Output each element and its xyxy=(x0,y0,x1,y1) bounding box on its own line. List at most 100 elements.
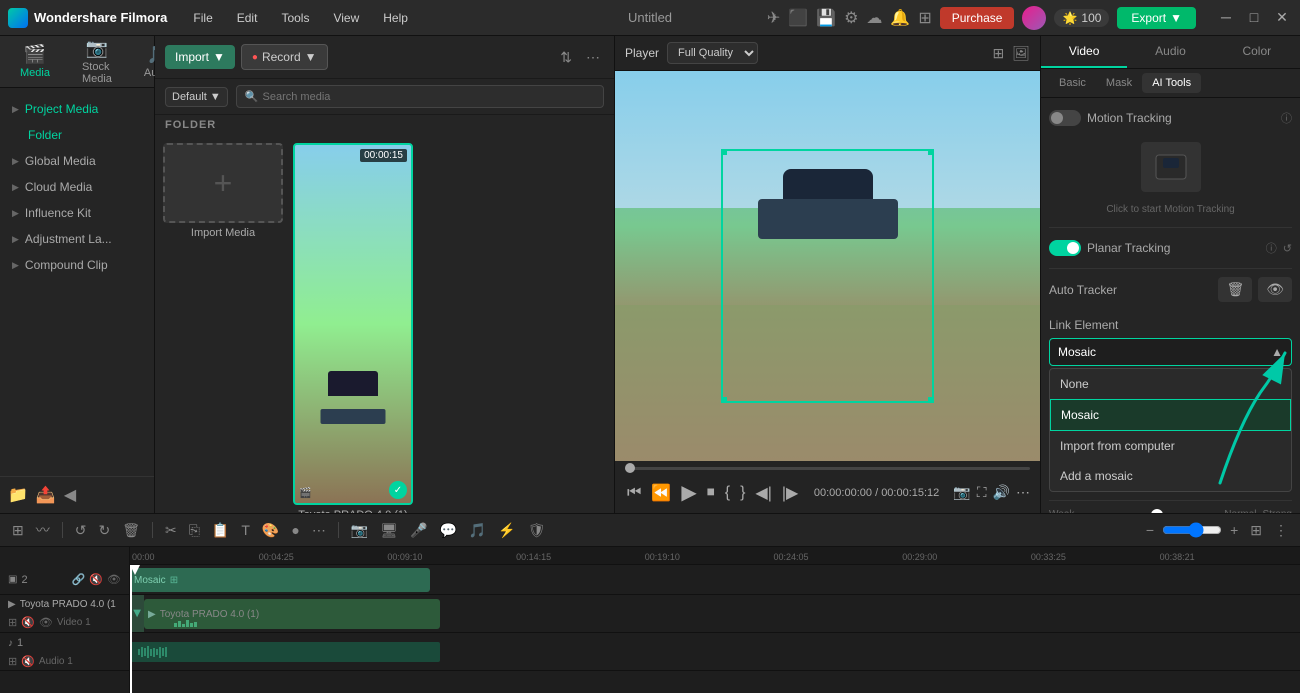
maximize-button[interactable]: □ xyxy=(1244,9,1264,26)
toolbar-media[interactable]: 🎬 Media xyxy=(12,40,58,83)
menu-help[interactable]: Help xyxy=(373,7,418,29)
subtitle-icon[interactable]: 💬 xyxy=(435,520,460,541)
progress-handle[interactable] xyxy=(625,463,635,473)
track-v2-link-icon[interactable]: 🔗 xyxy=(72,573,86,586)
track-v1-expand-icon[interactable]: ⊞ xyxy=(8,616,17,629)
zoom-in-icon[interactable]: + xyxy=(1226,520,1242,540)
record-icon[interactable]: ⬛ xyxy=(788,8,808,28)
subtab-ai-tools[interactable]: AI Tools xyxy=(1142,73,1201,93)
paste-icon[interactable]: 📋 xyxy=(208,520,233,541)
dropdown-item-add-mosaic[interactable]: Add a mosaic xyxy=(1050,461,1291,491)
undo-icon[interactable]: ↺ xyxy=(71,520,91,541)
planar-reset-icon[interactable]: ↺ xyxy=(1283,242,1292,255)
track-a1-expand-icon[interactable]: ⊞ xyxy=(8,655,17,668)
motion-tracking-info-icon[interactable]: ⓘ xyxy=(1281,110,1292,126)
share-icon[interactable]: ✈ xyxy=(767,8,780,28)
delete-icon[interactable]: 🗑 xyxy=(118,520,144,541)
mic-icon[interactable]: 🎤 xyxy=(406,520,431,541)
planar-tracking-toggle[interactable] xyxy=(1049,240,1081,256)
ripple-icon[interactable]: 〰 xyxy=(32,518,54,542)
zoom-slider[interactable] xyxy=(1162,522,1222,538)
volume-icon[interactable]: 🔊 xyxy=(993,484,1010,501)
sidebar-item-global-media[interactable]: ▶ Global Media xyxy=(0,148,154,174)
skip-back-icon[interactable]: ⏮ xyxy=(625,482,643,504)
cut-icon[interactable]: ✂ xyxy=(161,520,181,541)
more-tl-icon[interactable]: ⋯ xyxy=(308,520,330,541)
dropdown-item-none[interactable]: None xyxy=(1050,369,1291,399)
text-icon[interactable]: T xyxy=(237,520,254,540)
track-v1-eye-icon[interactable]: 👁 xyxy=(39,616,53,629)
screen-record-icon[interactable]: 🖥 xyxy=(376,520,402,541)
tab-color[interactable]: Color xyxy=(1214,36,1300,68)
import-media-item[interactable]: + Import Media xyxy=(163,143,283,505)
fullscreen-icon[interactable]: ⛶ xyxy=(977,484,987,501)
copy-icon[interactable]: ⎘ xyxy=(185,520,204,541)
track-v2-mute-icon[interactable]: 🔇 xyxy=(89,573,103,586)
slider-thumb[interactable] xyxy=(1151,509,1163,514)
menu-view[interactable]: View xyxy=(323,7,369,29)
cloud-icon[interactable]: ☁ xyxy=(866,8,882,28)
multi-select-icon[interactable]: ⊞ xyxy=(8,520,28,541)
subtab-basic[interactable]: Basic xyxy=(1049,73,1096,93)
planar-tracking-info-icon[interactable]: ⓘ xyxy=(1266,240,1277,256)
grid-view-icon[interactable]: ⊞ xyxy=(992,45,1004,62)
menu-tools[interactable]: Tools xyxy=(271,7,319,29)
track-v1-mute-icon[interactable]: 🔇 xyxy=(21,616,35,629)
dropdown-item-import[interactable]: Import from computer xyxy=(1050,431,1291,461)
more-ctrl-icon[interactable]: ⋯ xyxy=(1016,484,1030,501)
step-back-icon[interactable]: ⏪ xyxy=(649,481,673,505)
remove-folder-icon[interactable]: 📤 xyxy=(36,485,56,505)
color-icon[interactable]: 🎨 xyxy=(258,520,283,541)
delete-tracker-button[interactable]: 🗑 xyxy=(1218,277,1252,302)
zoom-out-icon[interactable]: − xyxy=(1142,520,1158,540)
record-button[interactable]: ● Record ▼ xyxy=(241,44,328,70)
sidebar-item-folder[interactable]: Folder xyxy=(0,122,154,148)
protect-icon[interactable]: 🛡 xyxy=(524,520,550,541)
in-point-icon[interactable]: { xyxy=(723,482,732,504)
import-button[interactable]: Import ▼ xyxy=(165,45,235,69)
clip-back-icon[interactable]: ◀| xyxy=(753,481,773,505)
sidebar-item-cloud-media[interactable]: ▶ Cloud Media xyxy=(0,174,154,200)
stop-icon[interactable]: ⏹ xyxy=(705,482,717,504)
sidebar-item-compound-clip[interactable]: ▶ Compound Clip xyxy=(0,252,154,278)
slider-track[interactable] xyxy=(1080,513,1218,514)
toolbar-stock-media[interactable]: 📷 Stock Media xyxy=(74,36,120,89)
track-v2-lock-icon[interactable]: 👁 xyxy=(107,573,121,586)
play-icon[interactable]: ▶ xyxy=(679,478,698,507)
tab-video[interactable]: Video xyxy=(1041,36,1127,68)
search-media-input[interactable] xyxy=(263,91,595,103)
player-viewport[interactable] xyxy=(615,71,1040,461)
motion-tracking-toggle[interactable] xyxy=(1049,110,1081,126)
notify-icon[interactable]: 🔔 xyxy=(890,8,910,28)
audio-detach-icon[interactable]: 🎵 xyxy=(465,520,490,541)
track-v1-play-icon[interactable]: ▶ xyxy=(8,599,16,610)
export-button[interactable]: Export ▼ xyxy=(1117,7,1196,29)
minimize-button[interactable]: ─ xyxy=(1216,9,1236,26)
grid-icon[interactable]: ⊞ xyxy=(918,8,931,28)
speed-icon[interactable]: ⚡ xyxy=(494,520,519,541)
dropdown-item-mosaic[interactable]: Mosaic xyxy=(1050,399,1291,431)
subtab-mask[interactable]: Mask xyxy=(1096,73,1142,93)
add-folder-icon[interactable]: 📁 xyxy=(8,485,28,505)
more-options-icon[interactable]: ⋯ xyxy=(582,45,604,70)
out-point-icon[interactable]: } xyxy=(738,482,747,504)
screenshot-icon[interactable]: 🖼 xyxy=(1012,45,1030,62)
camera-icon[interactable]: 📷 xyxy=(347,520,372,541)
show-tracker-button[interactable]: 👁 xyxy=(1258,277,1292,302)
video-media-item[interactable]: 00:00:15 ✓ 🎬 Toyota PRADO 4.0 (1) xyxy=(293,143,413,505)
settings-icon[interactable]: ⚙ xyxy=(844,8,858,28)
link-element-dropdown[interactable]: Mosaic ▲ xyxy=(1049,338,1292,366)
redo-icon[interactable]: ↻ xyxy=(94,520,114,541)
track-a1-mute-icon[interactable]: 🔇 xyxy=(21,655,35,668)
close-button[interactable]: ✕ xyxy=(1272,9,1292,26)
collapse-sidebar-icon[interactable]: ◀ xyxy=(64,485,76,505)
tl-grid-icon[interactable]: ⊞ xyxy=(1246,520,1266,541)
purchase-button[interactable]: Purchase xyxy=(940,7,1015,29)
clip-mosaic[interactable]: Mosaic ⊞ xyxy=(130,568,430,592)
tab-audio[interactable]: Audio xyxy=(1127,36,1213,68)
sort-icon[interactable]: ⇅ xyxy=(556,45,576,70)
player-progress-bar[interactable] xyxy=(625,467,1030,470)
screenshot-ctrl-icon[interactable]: 📷 xyxy=(953,484,970,501)
tl-menu-icon[interactable]: ⋮ xyxy=(1270,520,1292,541)
menu-edit[interactable]: Edit xyxy=(227,7,268,29)
